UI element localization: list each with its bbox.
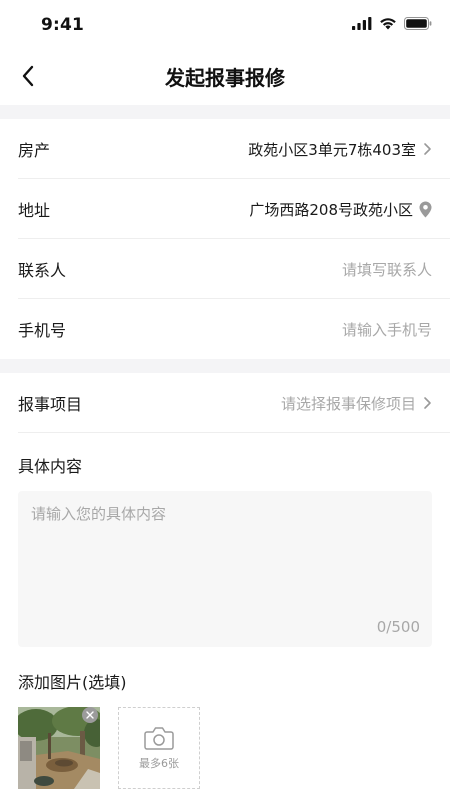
char-counter: 0/500	[376, 618, 420, 636]
battery-icon	[404, 17, 432, 30]
contact-row[interactable]: 联系人 请填写联系人	[0, 239, 450, 299]
signal-icon	[352, 17, 372, 30]
contact-label: 联系人	[18, 261, 67, 280]
repair-item-label: 报事项目	[18, 395, 83, 414]
status-time: 9:41	[41, 15, 85, 35]
nav-bar: 发起报事报修	[0, 50, 450, 105]
content-textarea[interactable]: 请输入您的具体内容 0/500	[18, 491, 432, 647]
property-value: 政苑小区3单元7栋403室	[248, 140, 416, 159]
repair-item-row[interactable]: 报事项目 请选择报事保修项目	[0, 373, 450, 433]
address-value: 广场西路208号政苑小区	[249, 200, 413, 219]
address-label: 地址	[18, 201, 51, 220]
add-photo-label: 最多6张	[139, 756, 179, 770]
wifi-icon	[380, 18, 396, 30]
content-title: 具体内容	[18, 457, 83, 476]
photo-title: 添加图片(选填)	[18, 673, 127, 692]
remove-photo-button[interactable]	[82, 707, 98, 723]
close-icon	[86, 711, 94, 719]
add-photo-button[interactable]: 最多6张	[118, 707, 200, 789]
contact-input[interactable]: 请填写联系人	[342, 259, 432, 280]
property-label: 房产	[18, 141, 51, 160]
location-pin-icon[interactable]	[419, 201, 432, 218]
address-row[interactable]: 地址 广场西路208号政苑小区	[0, 179, 450, 239]
chevron-right-icon	[424, 397, 431, 409]
phone-label: 手机号	[18, 321, 67, 340]
section-divider	[0, 359, 450, 373]
phone-row[interactable]: 手机号 请输入手机号	[0, 299, 450, 359]
photo-thumbnail[interactable]	[18, 707, 100, 789]
property-row[interactable]: 房产 政苑小区3单元7栋403室	[0, 119, 450, 179]
photo-list: 最多6张	[0, 693, 450, 789]
camera-icon	[144, 726, 174, 750]
page-title: 发起报事报修	[165, 66, 285, 90]
status-bar: 9:41	[0, 0, 450, 50]
status-icons	[352, 17, 432, 30]
chevron-right-icon	[424, 143, 431, 155]
section-divider	[0, 105, 450, 119]
content-placeholder: 请输入您的具体内容	[31, 505, 167, 523]
phone-input[interactable]: 请输入手机号	[342, 319, 432, 340]
repair-item-select[interactable]: 请选择报事保修项目	[281, 393, 416, 414]
